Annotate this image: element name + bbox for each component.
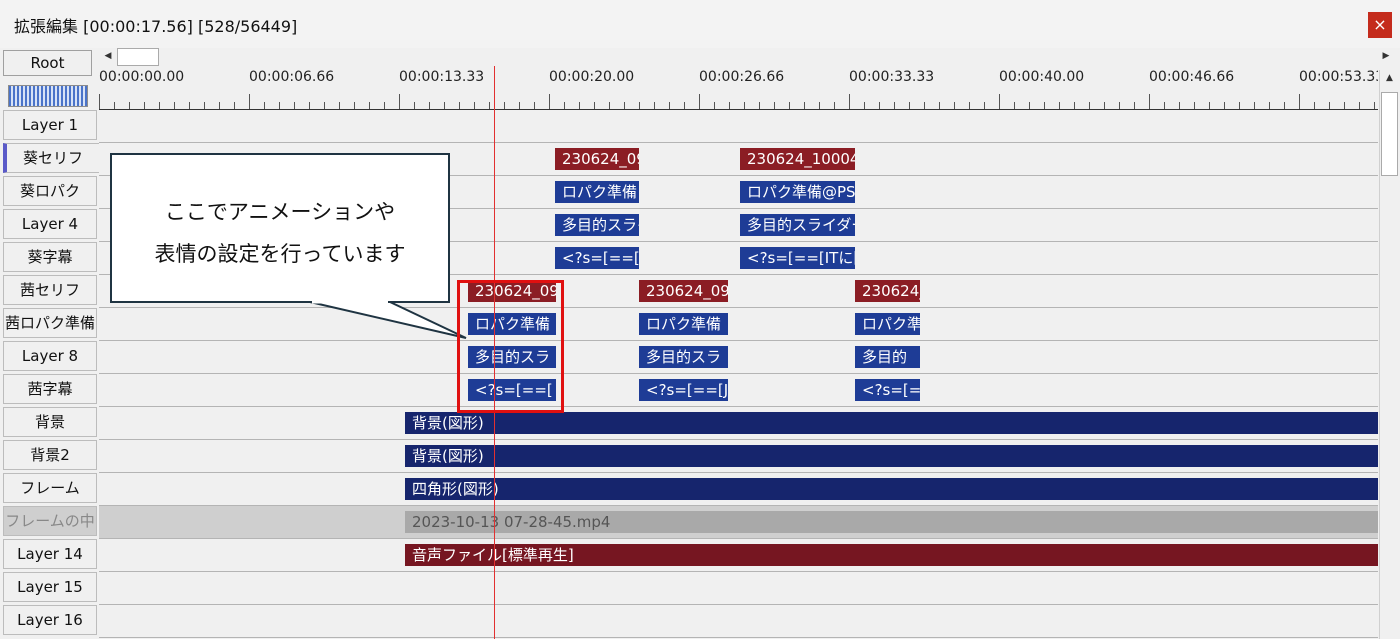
timeline-clip[interactable]: 230624_09 [555, 148, 639, 170]
track-row-7[interactable]: ロパク準備 ロパク準備 ロパク準 [99, 308, 1378, 341]
layer-label-9[interactable]: 茜字幕 [3, 374, 97, 404]
layer-label-6[interactable]: 茜セリフ [3, 275, 97, 305]
annotation-callout: ここでアニメーションや 表情の設定を行っています [110, 153, 450, 303]
timeline-clip[interactable]: 230624_100046 [740, 148, 855, 170]
scroll-up-icon[interactable]: ▲ [1382, 70, 1397, 86]
ruler-label: 00:00:00.00 [99, 69, 185, 85]
layer-label-3[interactable]: 葵ロパク [3, 176, 97, 206]
ruler-label: 00:00:53.33 [1299, 69, 1378, 85]
timeline-clip[interactable]: 多目的スラ [639, 346, 728, 368]
timeline-clip[interactable]: 230624_09 [468, 280, 556, 302]
layer-label-1[interactable]: Layer 1 [3, 110, 97, 140]
scroll-left-icon[interactable]: ◀ [100, 49, 116, 64]
timeline-clip[interactable]: 多目的スライダー [740, 214, 855, 236]
timeline-clip[interactable]: ロパク準備 [555, 181, 639, 203]
track-row-8[interactable]: 多目的スラ 多目的スラ 多目的 [99, 341, 1378, 374]
playhead-cursor[interactable] [494, 66, 495, 639]
close-button[interactable]: × [1368, 12, 1392, 38]
timeline-clip[interactable]: 四角形(図形) [405, 478, 1378, 500]
track-row-12[interactable]: 四角形(図形) [99, 473, 1378, 506]
layer-label-12[interactable]: フレーム [3, 473, 97, 503]
vertical-scroll-thumb[interactable] [1381, 92, 1398, 176]
layer-label-4[interactable]: Layer 4 [3, 209, 97, 239]
ruler-label: 00:00:06.66 [249, 69, 335, 85]
timeline-clip[interactable]: 230624_09 [639, 280, 728, 302]
layer-label-13[interactable]: フレームの中 [3, 506, 97, 536]
timeline-panel: Root ◀ ▶ 00:00:00.00 00:00:06.66 00:00:1… [0, 48, 1400, 639]
horizontal-scrollbar[interactable] [99, 48, 1400, 65]
timeline-clip[interactable]: 多目的スラ [468, 346, 556, 368]
ruler-label: 00:00:26.66 [699, 69, 785, 85]
track-row-10[interactable]: 背景(図形) [99, 407, 1378, 440]
ruler-ticks [99, 94, 1378, 110]
callout-text: ここでアニメーションや 表情の設定を行っています [112, 191, 448, 275]
layer-label-16[interactable]: Layer 16 [3, 605, 97, 635]
timeline-clip[interactable]: <?s=[==[ [555, 247, 639, 269]
scroll-right-icon[interactable]: ▶ [1378, 49, 1394, 64]
track-row-13[interactable]: 2023-10-13 07-28-45.mp4 [99, 506, 1378, 539]
callout-line-2: 表情の設定を行っています [154, 242, 406, 266]
timeline-clip[interactable]: 音声ファイル[標準再生] [405, 544, 1378, 566]
track-row-11[interactable]: 背景(図形) [99, 440, 1378, 473]
ruler-label: 00:00:46.66 [1149, 69, 1235, 85]
layer-label-7[interactable]: 茜ロパク準備 [3, 308, 97, 338]
layer-label-2[interactable]: 葵セリフ [3, 143, 100, 173]
timeline-clip[interactable]: ロパク準備@PSD [740, 181, 855, 203]
title-bar: 拡張編集 [00:00:17.56] [528/56449] × [0, 0, 1400, 49]
timeline-clip[interactable]: <?s=[= [855, 379, 920, 401]
layer-label-5[interactable]: 葵字幕 [3, 242, 97, 272]
track-row-14[interactable]: 音声ファイル[標準再生] [99, 539, 1378, 572]
timeline-clip[interactable]: ロパク準備 [468, 313, 556, 335]
timeline-clip[interactable]: 背景(図形) [405, 445, 1378, 467]
track-row-1[interactable] [99, 110, 1378, 143]
track-row-16[interactable] [99, 605, 1378, 638]
ruler-label: 00:00:13.33 [399, 69, 485, 85]
timeline-clip[interactable]: 多目的スライダー [555, 214, 639, 236]
callout-line-1: ここでアニメーションや [164, 200, 396, 224]
layer-label-8[interactable]: Layer 8 [3, 341, 97, 371]
ruler-label: 00:00:33.33 [849, 69, 935, 85]
timeline-clip[interactable]: 2023-10-13 07-28-45.mp4 [405, 511, 1378, 533]
timeline-clip[interactable]: 背景(図形) [405, 412, 1378, 434]
timeline-clip[interactable]: <?s=[==[ [468, 379, 556, 401]
timeline-clip[interactable]: 多目的 [855, 346, 920, 368]
timeline-clip[interactable]: ロパク準 [855, 313, 920, 335]
layer-label-14[interactable]: Layer 14 [3, 539, 97, 569]
ruler-label: 00:00:40.00 [999, 69, 1085, 85]
layer-label-15[interactable]: Layer 15 [3, 572, 97, 602]
layer-label-11[interactable]: 背景2 [3, 440, 97, 470]
track-row-15[interactable] [99, 572, 1378, 605]
timeline-clip[interactable]: 230624_ [855, 280, 920, 302]
window-title: 拡張編集 [00:00:17.56] [528/56449] [14, 17, 298, 36]
timeline-clip[interactable]: <?s=[==[ITに関 [740, 247, 855, 269]
horizontal-scroll-thumb[interactable] [117, 48, 159, 66]
ruler-label: 00:00:20.00 [549, 69, 635, 85]
time-ruler[interactable]: 00:00:00.00 00:00:06.66 00:00:13.33 00:0… [99, 66, 1378, 110]
root-button[interactable]: Root [3, 50, 92, 76]
timeline-clip[interactable]: ロパク準備 [639, 313, 728, 335]
timeline-clip[interactable]: <?s=[==[J [639, 379, 728, 401]
track-row-9[interactable]: <?s=[==[ <?s=[==[J <?s=[= [99, 374, 1378, 407]
zoom-slider[interactable] [8, 85, 88, 107]
layer-label-10[interactable]: 背景 [3, 407, 97, 437]
